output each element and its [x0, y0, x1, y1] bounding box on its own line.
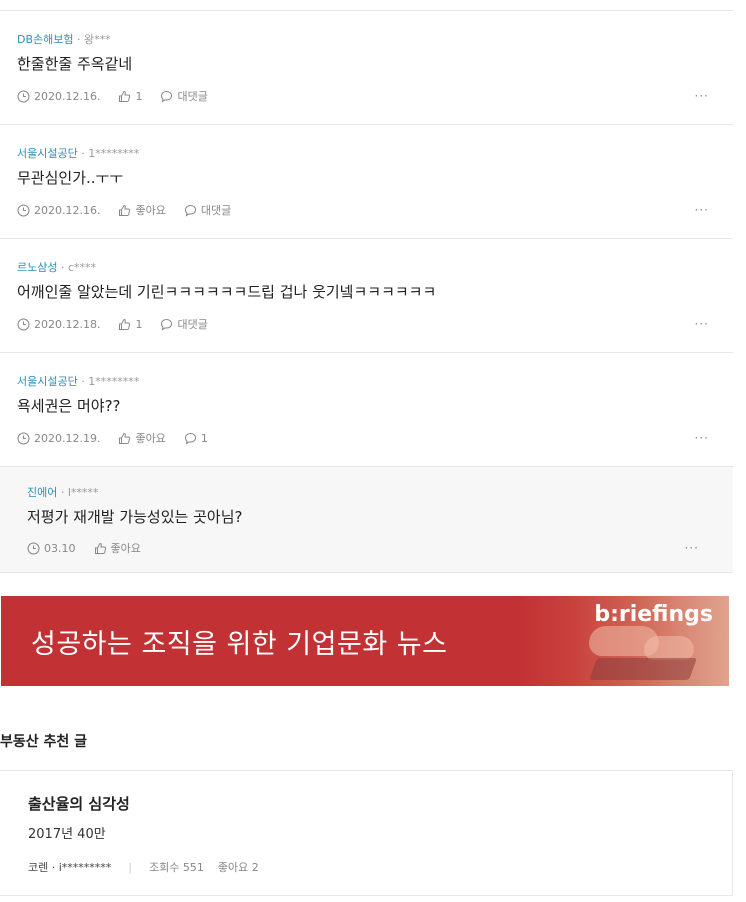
- company-link[interactable]: DB손해보험: [17, 33, 74, 46]
- company-link[interactable]: 서울시설공단: [17, 375, 78, 388]
- like-button[interactable]: 1: [118, 318, 142, 331]
- comment-text: 저평가 재개발 가능성있는 곳아님?: [27, 508, 243, 526]
- reply-button[interactable]: 대댓글: [160, 316, 208, 332]
- meta-separator: ·: [77, 375, 89, 388]
- meta-separator: ·: [57, 486, 68, 499]
- comment-text: 무관심인가..ㅜㅜ: [17, 169, 124, 187]
- comment-meta: 르노삼성 · c****: [17, 259, 96, 275]
- thumbs-up-icon: [94, 542, 106, 554]
- author-name: 1********: [88, 375, 140, 388]
- clock-icon: [17, 90, 30, 102]
- comment-date: 2020.12.16.: [17, 204, 100, 217]
- speech-bubble-icon: [161, 318, 173, 331]
- post-meta: 코렌 · i********* | 조회수 551 좋아요 2: [28, 859, 259, 875]
- comment-item: DB손해보험 · 왕*** 한줄한줄 주옥같네 2020.12.16. 1 대댓…: [0, 11, 733, 125]
- like-button[interactable]: 좋아요: [118, 430, 166, 446]
- comment-meta: 서울시설공단 · 1********: [17, 145, 139, 161]
- reply-button[interactable]: 대댓글: [160, 88, 208, 104]
- comment-meta: 진에어 · l*****: [27, 484, 98, 500]
- more-options-icon[interactable]: ···: [695, 89, 709, 103]
- comment-text: 욕세권은 머야??: [17, 397, 121, 415]
- comment-date: 2020.12.16.: [17, 90, 100, 103]
- reply-button[interactable]: 1: [184, 432, 208, 445]
- view-count: 조회수 551: [149, 861, 204, 874]
- author-name: l*****: [67, 486, 99, 499]
- clock-icon: [17, 204, 30, 216]
- section-title: 부동산 추천 글: [0, 734, 88, 750]
- recommended-post-card[interactable]: 출산율의 심각성 2017년 40만 코렌 · i********* | 조회수…: [0, 770, 733, 896]
- clock-icon: [17, 318, 30, 330]
- like-button[interactable]: 좋아요: [118, 202, 166, 218]
- speech-bubble-icon: [161, 90, 173, 103]
- speech-bubble-icon: [184, 432, 196, 445]
- thumbs-up-icon: [119, 432, 131, 444]
- meta-separator: ·: [77, 147, 89, 160]
- more-options-icon[interactable]: ···: [695, 431, 709, 445]
- reply-item: 진에어 · l***** 저평가 재개발 가능성있는 곳아님? 03.10 좋아…: [0, 467, 733, 573]
- thumbs-up-icon: [119, 318, 131, 330]
- meta-divider: |: [128, 860, 133, 874]
- comment-date: 2020.12.18.: [17, 318, 100, 331]
- like-button[interactable]: 좋아요: [94, 540, 141, 556]
- company-link[interactable]: 서울시설공단: [17, 147, 78, 160]
- author-name: 1********: [88, 147, 140, 160]
- company-link[interactable]: 진에어: [27, 486, 57, 499]
- like-button[interactable]: 1: [118, 90, 142, 103]
- comment-date: 2020.12.19.: [17, 432, 100, 445]
- more-options-icon[interactable]: ···: [695, 203, 709, 217]
- meta-separator: ·: [57, 261, 68, 274]
- like-count: 좋아요 2: [217, 861, 259, 874]
- comment-item: 르노삼성 · c**** 어깨인줄 알았는데 기린ㅋㅋㅋㅋㅋㅋ드립 겁나 웃기넼…: [0, 239, 733, 353]
- meta-separator: ·: [73, 33, 84, 46]
- reply-button[interactable]: 대댓글: [184, 202, 231, 218]
- thumbs-up-icon: [119, 90, 131, 102]
- ad-banner[interactable]: 성공하는 조직을 위한 기업문화 뉴스 b:riefings: [1, 596, 729, 686]
- more-options-icon[interactable]: ···: [685, 541, 699, 555]
- speech-bubble-icon: [184, 204, 196, 217]
- company-link[interactable]: 르노삼성: [17, 261, 57, 274]
- clock-icon: [27, 542, 40, 554]
- briefings-logo: b:riefings: [594, 602, 713, 627]
- comment-meta: 서울시설공단 · 1********: [17, 373, 139, 389]
- author-name: 왕***: [84, 33, 111, 46]
- comment-date: 03.10: [27, 542, 76, 555]
- post-snippet: 2017년 40만: [28, 827, 106, 842]
- post-author: 코렌 · i*********: [28, 861, 112, 874]
- hand-shape: [644, 636, 694, 660]
- comment-text: 한줄한줄 주옥같네: [17, 55, 133, 73]
- comment-text: 어깨인줄 알았는데 기린ㅋㅋㅋㅋㅋㅋ드립 겁나 웃기넼ㅋㅋㅋㅋㅋㅋ: [17, 283, 437, 301]
- post-title[interactable]: 출산율의 심각성: [28, 793, 130, 814]
- clock-icon: [17, 432, 30, 444]
- comment-item: 서울시설공단 · 1******** 무관심인가..ㅜㅜ 2020.12.16.…: [0, 125, 733, 239]
- banner-headline: 성공하는 조직을 위한 기업문화 뉴스: [31, 629, 448, 660]
- more-options-icon[interactable]: ···: [695, 317, 709, 331]
- comment-meta: DB손해보험 · 왕***: [17, 31, 111, 47]
- author-name: c****: [67, 261, 97, 274]
- comment-item: 서울시설공단 · 1******** 욕세권은 머야?? 2020.12.19.…: [0, 353, 733, 467]
- laptop-shape: [588, 658, 698, 680]
- thumbs-up-icon: [119, 204, 131, 216]
